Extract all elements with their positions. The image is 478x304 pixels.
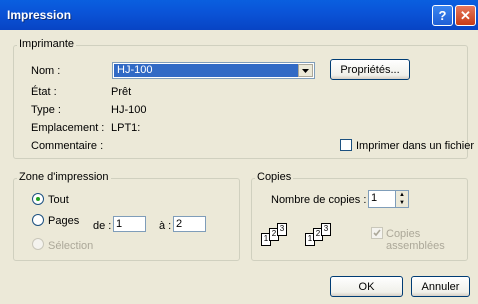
- copies-count-label: Nombre de copies :: [271, 194, 367, 206]
- range-selection-radio[interactable]: [32, 238, 44, 250]
- range-pages-label[interactable]: Pages: [48, 215, 79, 227]
- spin-up-icon[interactable]: ▲: [396, 191, 408, 199]
- copies-legend: Copies: [255, 171, 294, 183]
- type-label: Type :: [31, 104, 61, 116]
- chevron-down-icon: [302, 68, 309, 73]
- status-value: Prêt: [111, 86, 132, 98]
- title-bar: Impression ? ✕: [0, 0, 478, 30]
- location-value: LPT1:: [111, 122, 141, 134]
- to-page-input[interactable]: 2: [173, 216, 206, 232]
- close-button[interactable]: ✕: [455, 5, 476, 26]
- range-all-label[interactable]: Tout: [48, 194, 69, 206]
- status-label: État :: [31, 86, 57, 98]
- window-title: Impression: [7, 8, 72, 22]
- cancel-button[interactable]: Annuler: [411, 276, 470, 297]
- close-icon: ✕: [460, 7, 471, 23]
- printer-name-label: Nom :: [31, 65, 61, 77]
- printer-name-select[interactable]: HJ-100: [112, 62, 315, 79]
- question-mark-icon: ?: [438, 8, 447, 23]
- collate-checkbox[interactable]: [371, 227, 383, 239]
- printer-name-value: HJ-100: [114, 64, 299, 77]
- collate-illustration-icon: 1 2 3 1 2 3: [261, 223, 351, 253]
- printer-group-legend: Imprimante: [17, 38, 77, 50]
- properties-button[interactable]: Propriétés...: [330, 59, 410, 80]
- print-to-file-label[interactable]: Imprimer dans un fichier: [356, 140, 474, 152]
- print-range-legend: Zone d'impression: [17, 171, 111, 183]
- dropdown-arrow-button[interactable]: [298, 64, 313, 77]
- spin-down-icon[interactable]: ▼: [396, 199, 408, 207]
- print-to-file-checkbox[interactable]: [340, 139, 352, 151]
- to-label: à :: [159, 220, 172, 232]
- from-page-input[interactable]: 1: [113, 216, 146, 232]
- ok-button[interactable]: OK: [330, 276, 403, 297]
- range-selection-label[interactable]: Sélection: [48, 240, 93, 252]
- from-label: de :: [93, 220, 112, 232]
- location-label: Emplacement :: [31, 122, 105, 134]
- copies-spinner[interactable]: ▲ ▼: [395, 190, 409, 208]
- help-button[interactable]: ?: [432, 5, 453, 26]
- range-all-radio[interactable]: [32, 193, 44, 205]
- checkmark-icon: [373, 229, 381, 237]
- comment-label: Commentaire :: [31, 140, 104, 152]
- copies-count-input[interactable]: 1: [368, 190, 396, 208]
- collate-label[interactable]: Copies assemblées: [386, 228, 478, 252]
- type-value: HJ-100: [111, 104, 147, 116]
- range-pages-radio[interactable]: [32, 214, 44, 226]
